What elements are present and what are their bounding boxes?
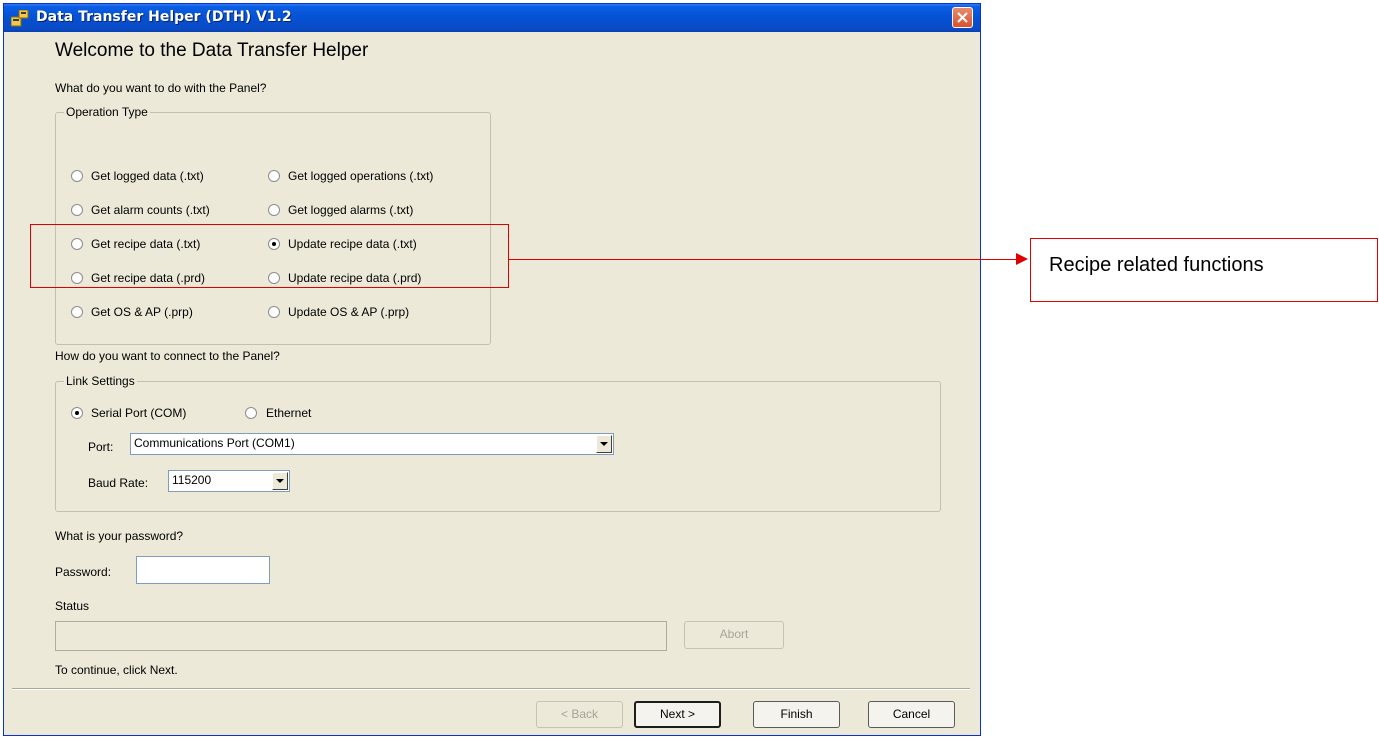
abort-button[interactable]: Abort bbox=[684, 621, 784, 649]
wizard-body: Welcome to the Data Transfer Helper What… bbox=[4, 32, 980, 735]
update-os-ap-label[interactable]: Update OS & AP (.prp) bbox=[288, 305, 409, 319]
get-logged-data-label[interactable]: Get logged data (.txt) bbox=[91, 169, 204, 183]
page-title: Welcome to the Data Transfer Helper bbox=[55, 40, 369, 61]
password-question: What is your password? bbox=[55, 529, 184, 543]
serial-port-radio[interactable] bbox=[71, 407, 83, 419]
get-logged-alarms-label[interactable]: Get logged alarms (.txt) bbox=[288, 203, 413, 217]
footer-separator bbox=[12, 688, 970, 690]
recipe-highlight-box bbox=[30, 224, 509, 288]
baud-rate-value: 115200 bbox=[172, 473, 212, 487]
app-icon bbox=[11, 10, 29, 27]
status-progress-bar bbox=[55, 621, 667, 651]
get-alarm-counts-radio[interactable] bbox=[71, 204, 83, 216]
close-button[interactable] bbox=[952, 7, 973, 28]
get-logged-data-radio[interactable] bbox=[71, 170, 83, 182]
port-dropdown-button[interactable] bbox=[596, 435, 612, 453]
get-logged-alarms-radio[interactable] bbox=[268, 204, 280, 216]
callout-arrow-icon bbox=[1016, 253, 1028, 265]
operation-type-legend: Operation Type bbox=[64, 105, 150, 119]
port-label: Port: bbox=[88, 440, 114, 454]
status-label: Status bbox=[55, 599, 90, 613]
link-settings-legend: Link Settings bbox=[64, 374, 137, 388]
password-input[interactable] bbox=[136, 556, 270, 584]
continue-hint: To continue, click Next. bbox=[55, 663, 178, 677]
recipe-callout-text: Recipe related functions bbox=[1049, 254, 1264, 276]
cancel-button[interactable]: Cancel bbox=[868, 701, 955, 728]
window-title: Data Transfer Helper (DTH) V1.2 bbox=[36, 9, 292, 25]
back-button[interactable]: < Back bbox=[536, 701, 623, 728]
callout-connector-line bbox=[509, 259, 1017, 260]
update-os-ap-radio[interactable] bbox=[268, 306, 280, 318]
serial-port-label[interactable]: Serial Port (COM) bbox=[91, 406, 186, 420]
get-logged-operations-radio[interactable] bbox=[268, 170, 280, 182]
baud-rate-dropdown-button[interactable] bbox=[272, 472, 288, 490]
operation-question: What do you want to do with the Panel? bbox=[55, 81, 267, 95]
recipe-callout: Recipe related functions bbox=[1030, 238, 1378, 302]
ethernet-radio[interactable] bbox=[245, 407, 257, 419]
close-icon bbox=[957, 12, 968, 23]
port-select-value: Communications Port (COM1) bbox=[134, 436, 295, 450]
finish-button[interactable]: Finish bbox=[753, 701, 840, 728]
connect-question: How do you want to connect to the Panel? bbox=[55, 349, 280, 363]
ethernet-label[interactable]: Ethernet bbox=[266, 406, 311, 420]
get-logged-operations-label[interactable]: Get logged operations (.txt) bbox=[288, 169, 433, 183]
dth-window: Data Transfer Helper (DTH) V1.2 Welcome … bbox=[3, 3, 981, 736]
get-os-ap-label[interactable]: Get OS & AP (.prp) bbox=[91, 305, 193, 319]
baud-rate-label: Baud Rate: bbox=[88, 476, 149, 490]
port-select[interactable]: Communications Port (COM1) bbox=[130, 433, 614, 455]
baud-rate-select[interactable]: 115200 bbox=[168, 470, 290, 492]
get-os-ap-radio[interactable] bbox=[71, 306, 83, 318]
title-bar: Data Transfer Helper (DTH) V1.2 bbox=[4, 4, 980, 32]
next-button[interactable]: Next > bbox=[634, 701, 721, 728]
password-label: Password: bbox=[55, 565, 112, 579]
get-alarm-counts-label[interactable]: Get alarm counts (.txt) bbox=[91, 203, 210, 217]
